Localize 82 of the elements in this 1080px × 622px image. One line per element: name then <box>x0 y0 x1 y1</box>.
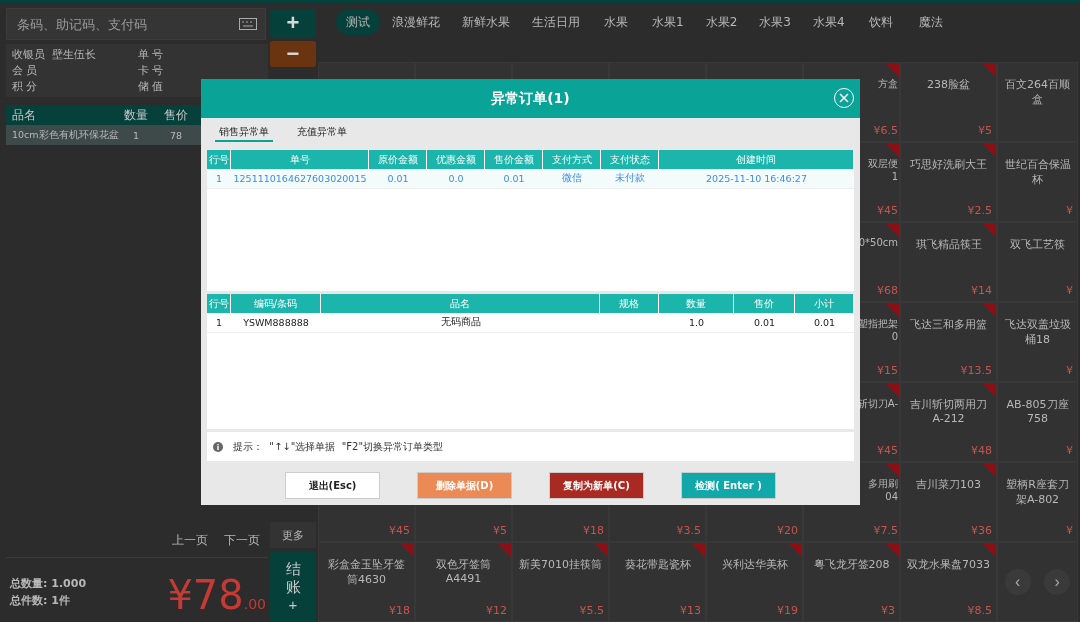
product-name: 粤飞龙牙签208 <box>813 557 890 572</box>
table-cell-text: 1 <box>131 129 140 141</box>
product-price: ¥18 <box>583 524 604 537</box>
product-price: ¥45 <box>877 204 898 217</box>
product-price: ¥3.5 <box>676 524 701 537</box>
product-name: 世纪百合保温杯 <box>1003 157 1072 187</box>
table-cell-text: 未付款 <box>614 171 646 185</box>
total-amount: ¥78.00 <box>167 572 266 618</box>
column-header: 品名 <box>12 106 37 124</box>
table-cell-text: 0.01 <box>812 316 837 330</box>
product-name: 兴利达华美杯 <box>721 557 788 572</box>
product-price: ¥48 <box>971 444 992 457</box>
table-cell-text: 1.0 <box>687 316 706 330</box>
table-cell-text: 78 <box>168 129 184 141</box>
column-header: 数量 <box>123 106 149 124</box>
table-cell-text: 2025-11-10 16:46:27 <box>705 172 808 186</box>
table-cell-text: YSWM888888 <box>242 316 310 330</box>
product-price: ¥3 <box>881 604 895 617</box>
dialog-title: 异常订单(1) <box>491 89 570 108</box>
info-text: 积 分 <box>12 79 39 94</box>
product-price: ¥20 <box>777 524 798 537</box>
product-price: ¥ <box>1066 444 1073 457</box>
total-text: 总件数: 1件 <box>10 593 71 608</box>
table-cell-text: 无码商品 <box>439 315 482 329</box>
product-price: ¥ <box>1066 284 1073 297</box>
product-price: ¥15 <box>877 364 898 377</box>
table-cell-text: 0.01 <box>502 172 526 186</box>
table-cell-text: 0.01 <box>386 172 410 186</box>
product-price: ¥36 <box>971 524 992 537</box>
product-name: 飞达三和多用篮 <box>910 317 987 332</box>
hint-text: 提示： "↑↓"选择单据 "F2"切换异常订单类型 <box>233 439 443 454</box>
product-price: ¥68 <box>877 284 898 297</box>
product-name: 双龙水果盘7033 <box>907 557 990 572</box>
product-name: 巧思好洗刷大王 <box>910 157 987 172</box>
table-cell-text: 1251110164627603020015 <box>232 172 368 186</box>
product-price: ¥14 <box>971 284 992 297</box>
product-name: 新美7010挂筷筒 <box>519 557 602 572</box>
product-price: ¥13 <box>680 604 701 617</box>
info-text: 卡 号 <box>137 63 164 78</box>
product-price: ¥7.5 <box>873 524 898 537</box>
product-price: ¥ <box>1066 364 1073 377</box>
product-name: 塑柄R座套刀架A-802 <box>1005 477 1070 507</box>
product-name: 彩盒金玉坠牙签筒4630 <box>327 557 406 587</box>
product-price: ¥5 <box>978 124 992 137</box>
info-text: 会 员 <box>12 63 39 78</box>
product-price: ¥13.5 <box>960 364 992 377</box>
product-name: 方盒 <box>878 77 898 91</box>
product-price: ¥5 <box>493 524 507 537</box>
product-name: 双色牙签筒A4491 <box>435 557 492 585</box>
product-price: ¥18 <box>389 604 410 617</box>
info-text: 收银员 壁生伍长 <box>12 47 97 62</box>
product-price: ¥ <box>1066 204 1073 217</box>
product-name: 多用刷 04 <box>868 477 898 502</box>
info-text: 单 号 <box>137 47 164 62</box>
total-text: 总数量: 1.000 <box>10 576 87 591</box>
product-name: 飞达双盖垃圾桶18 <box>1003 317 1072 347</box>
product-price: ¥2.5 <box>967 204 992 217</box>
table-cell-text: 0.0 <box>447 172 465 186</box>
product-price: ¥6.5 <box>873 124 898 137</box>
table-cell-text: 0.01 <box>752 316 777 330</box>
product-name: 吉川菜刀103 <box>916 477 981 492</box>
table-cell-text: 1 <box>214 172 223 186</box>
product-price: ¥ <box>1066 524 1073 537</box>
product-name: 238脸盆 <box>927 77 970 92</box>
product-name: 双层便 1 <box>868 157 898 182</box>
product-price: ¥5.5 <box>579 604 604 617</box>
info-text: 储 值 <box>137 79 164 94</box>
product-price: ¥45 <box>389 524 410 537</box>
product-name: 0*50cm <box>858 237 898 248</box>
product-name: AB-805刀座758 <box>1005 397 1070 425</box>
product-price: ¥12 <box>486 604 507 617</box>
product-name: 百文264百顺盒 <box>1004 77 1071 107</box>
product-name: 琪飞精品筷王 <box>915 237 982 252</box>
table-cell-text: 1 <box>214 316 223 330</box>
product-name: 双飞工艺筷 <box>1010 237 1065 252</box>
product-price: ¥45 <box>877 444 898 457</box>
product-name: 葵花带匙瓷杯 <box>624 557 691 572</box>
product-price: ¥8.5 <box>967 604 992 617</box>
product-name: 吉川斩切两用刀A-212 <box>909 397 988 425</box>
table-cell-text: 微信 <box>561 171 583 185</box>
column-header: 售价 <box>163 106 189 124</box>
product-price: ¥19 <box>777 604 798 617</box>
